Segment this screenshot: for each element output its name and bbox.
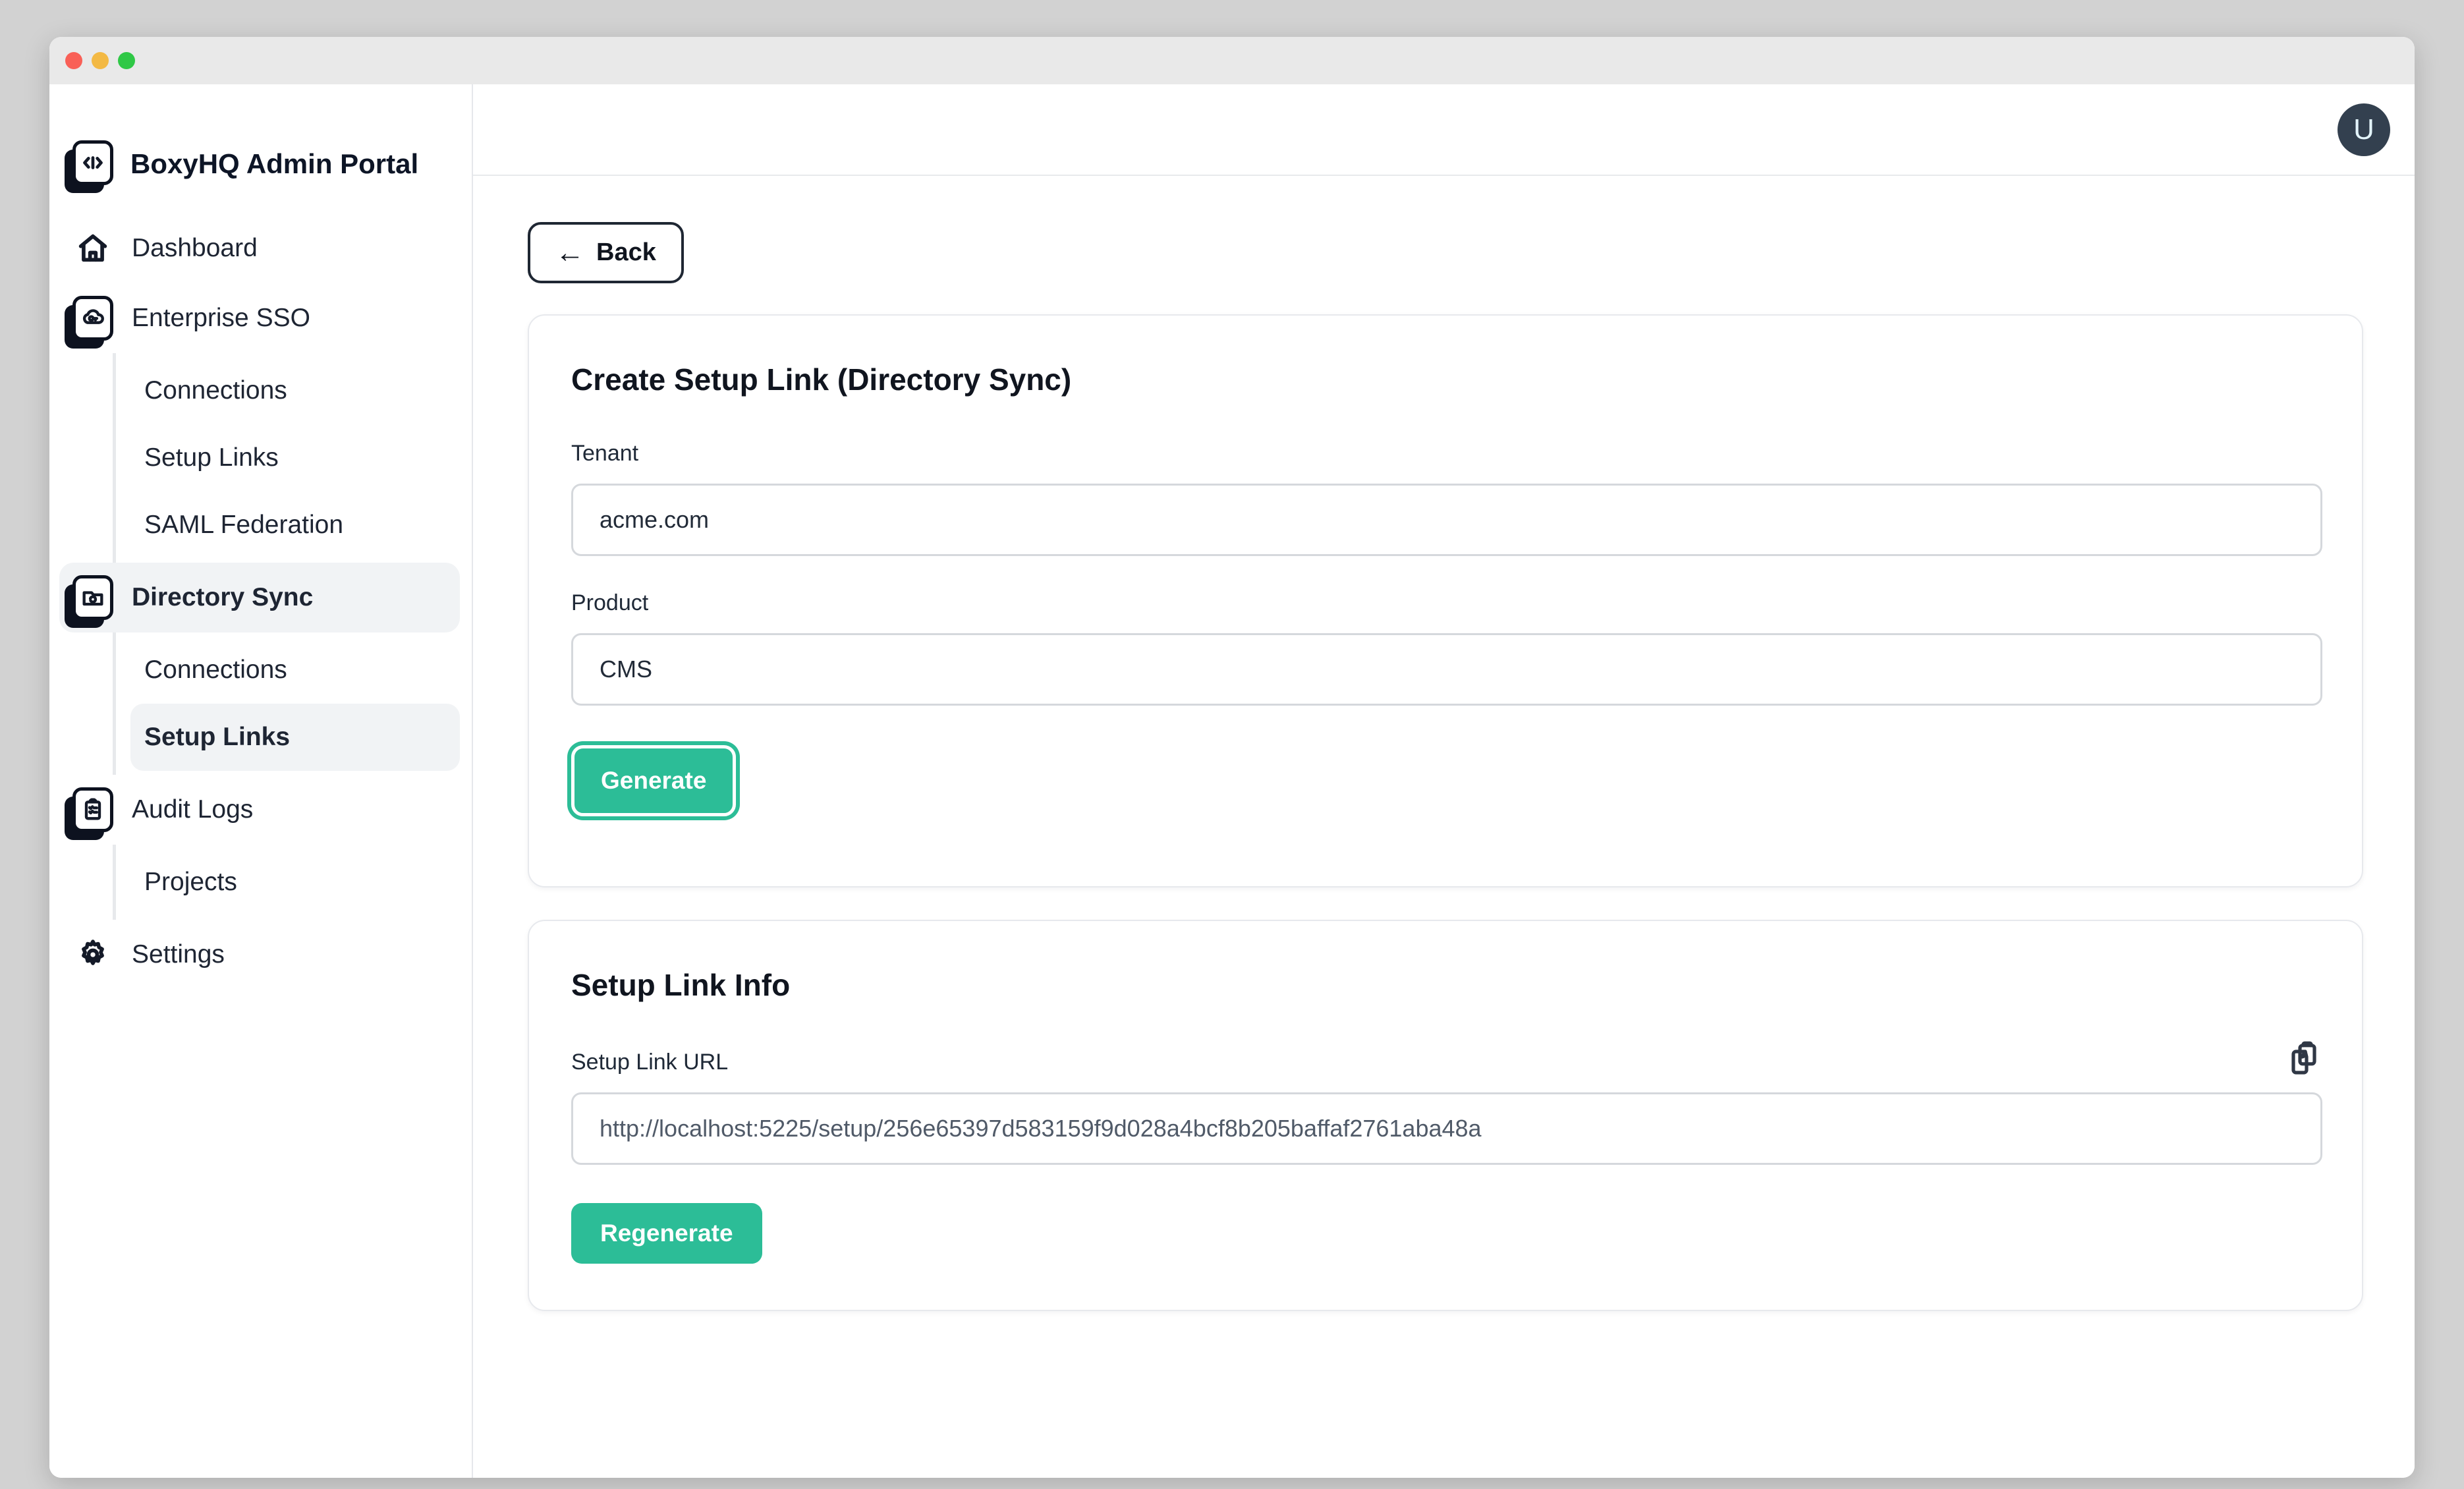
info-card-title: Setup Link Info [571,967,2320,1003]
sidebar-item-sso-setup-links[interactable]: Setup Links [130,424,460,492]
create-setup-link-card: Create Setup Link (Directory Sync) Tenan… [528,314,2363,887]
sidebar: BoxyHQ Admin Portal Dashboard [49,84,473,1478]
app-title: BoxyHQ Admin Portal [130,140,418,186]
sidebar-item-directory-sync[interactable]: Directory Sync [59,563,460,632]
regenerate-button[interactable]: Regenerate [571,1203,762,1264]
maximize-window-icon[interactable] [118,52,135,69]
main-area: U ← Back Create Setup Link (Directory Sy… [473,84,2415,1478]
regenerate-button-label: Regenerate [600,1220,733,1247]
back-button[interactable]: ← Back [528,222,684,283]
clipboard-copy-icon [2288,1041,2320,1075]
sidebar-item-dsync-setup-links[interactable]: Setup Links [130,704,460,771]
home-icon [72,226,113,271]
audit-logs-subgroup: Projects [113,845,472,920]
sidebar-item-label: Projects [144,868,237,897]
top-bar: U [473,84,2415,176]
sidebar-item-label: Dashboard [132,234,258,263]
sidebar-item-label: Setup Links [144,723,290,752]
sidebar-item-label: Enterprise SSO [132,304,310,333]
copy-url-button[interactable] [2288,1041,2320,1075]
sidebar-item-dashboard[interactable]: Dashboard [49,213,472,283]
window-titlebar [49,37,2415,84]
sidebar-item-projects[interactable]: Projects [130,849,460,916]
enterprise-sso-subgroup: Connections Setup Links SAML Federation [113,353,472,563]
setup-link-url-label: Setup Link URL [571,1050,728,1075]
sso-cloud-key-icon [72,296,113,341]
audit-clipboard-icon [72,787,113,832]
sidebar-item-audit-logs[interactable]: Audit Logs [49,775,472,845]
generate-button[interactable]: Generate [571,745,736,816]
setup-link-info-card: Setup Link Info Setup Link URL [528,920,2363,1311]
code-keycap-icon [72,140,113,185]
tenant-input[interactable] [571,484,2322,556]
close-window-icon[interactable] [65,52,82,69]
sidebar-item-label: SAML Federation [144,511,343,540]
generate-button-label: Generate [601,767,706,795]
sidebar-item-label: Directory Sync [132,583,313,612]
sidebar-item-label: Setup Links [144,443,279,472]
sidebar-item-label: Audit Logs [132,795,253,824]
directory-folder-icon [72,575,113,620]
create-card-title: Create Setup Link (Directory Sync) [571,362,2320,397]
sidebar-item-enterprise-sso[interactable]: Enterprise SSO [49,283,472,353]
setup-link-url-input[interactable] [571,1092,2322,1165]
gear-icon [72,932,113,977]
sidebar-item-sso-connections[interactable]: Connections [130,357,460,424]
directory-sync-subgroup: Connections Setup Links [113,632,472,775]
sidebar-item-label: Connections [144,656,287,685]
page-content: ← Back Create Setup Link (Directory Sync… [528,176,2363,1311]
sidebar-item-dsync-connections[interactable]: Connections [130,636,460,704]
sidebar-item-label: Settings [132,940,225,969]
user-avatar[interactable]: U [2338,103,2390,156]
back-arrow-icon: ← [555,239,584,267]
sidebar-item-saml-federation[interactable]: SAML Federation [130,492,460,559]
tenant-label: Tenant [571,441,2320,466]
app-logo[interactable]: BoxyHQ Admin Portal [72,140,459,186]
sidebar-item-label: Connections [144,376,287,405]
app-window: BoxyHQ Admin Portal Dashboard [49,37,2415,1478]
minimize-window-icon[interactable] [92,52,109,69]
product-input[interactable] [571,633,2322,706]
product-label: Product [571,590,2320,616]
sidebar-nav: Dashboard Enterprise SSO Connections [49,213,472,990]
back-button-label: Back [596,239,656,267]
sidebar-item-settings[interactable]: Settings [49,920,472,990]
